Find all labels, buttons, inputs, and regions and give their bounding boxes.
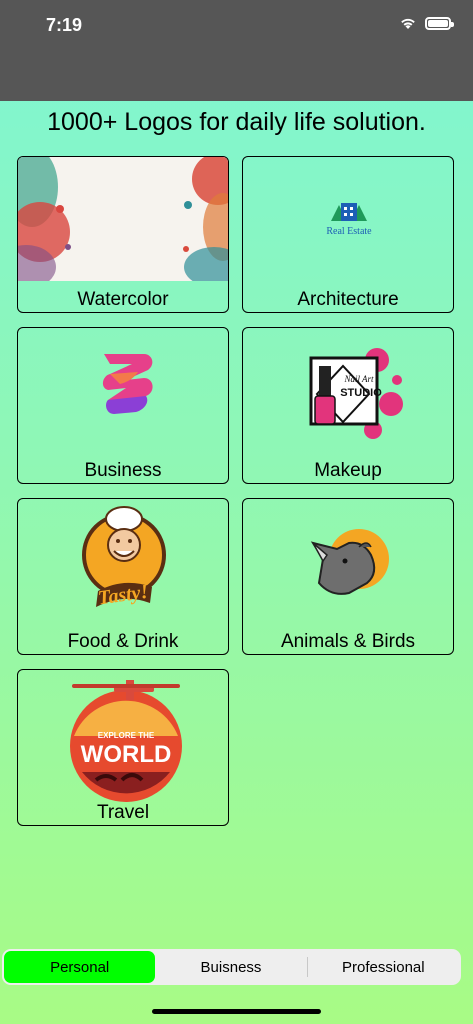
business-logo <box>102 354 153 414</box>
tab-professional[interactable]: Professional <box>308 951 459 983</box>
card-label: Travel <box>96 802 150 823</box>
category-card-architecture[interactable]: Real Estate Architecture <box>242 156 454 313</box>
status-time: 7:19 <box>46 15 83 35</box>
nail-art-studio-logo: Nail Art STUDIO <box>309 348 403 439</box>
explore-the-text: EXPLORE THE <box>98 731 155 740</box>
category-card-animals-birds[interactable]: Animals & Birds <box>242 498 454 655</box>
category-card-travel[interactable]: EXPLORE THE WORLD Travel <box>17 669 229 826</box>
status-icons <box>399 16 454 30</box>
category-card-watercolor[interactable]: Watercolor <box>17 156 229 313</box>
category-card-makeup[interactable]: Nail Art STUDIO Makeup <box>242 327 454 484</box>
explore-world-logo: EXPLORE THE WORLD <box>70 680 182 802</box>
rhino-logo <box>310 529 389 595</box>
status-bar: 7:19 <box>0 0 473 101</box>
card-label: Makeup <box>314 460 382 481</box>
tab-personal[interactable]: Personal <box>4 951 156 983</box>
category-card-food-drink[interactable]: Tasty! Food & Drink <box>17 498 229 655</box>
wifi-icon <box>401 18 415 29</box>
real-estate-text: Real Estate <box>326 226 372 237</box>
nail-art-text: Nail Art <box>343 374 374 384</box>
chef-tasty-logo: Tasty! <box>82 506 166 609</box>
battery-icon <box>425 16 454 30</box>
page-title: 1000+ Logos for daily life solution. <box>47 108 426 136</box>
category-segmented-control: Personal Buisness Professional <box>2 949 461 985</box>
category-card-business[interactable]: Business <box>17 327 229 484</box>
card-label: Business <box>84 460 162 481</box>
studio-text: STUDIO <box>340 387 382 399</box>
card-label: Animals & Birds <box>280 631 416 652</box>
card-label: Watercolor <box>77 289 169 310</box>
tab-buisness[interactable]: Buisness <box>155 951 306 983</box>
card-label: Food & Drink <box>67 631 179 652</box>
watercolor-logo-image <box>18 157 228 281</box>
world-text: WORLD <box>81 741 172 768</box>
home-indicator <box>152 1009 321 1014</box>
card-label: Architecture <box>297 289 399 310</box>
real-estate-logo: Real Estate <box>326 203 372 237</box>
